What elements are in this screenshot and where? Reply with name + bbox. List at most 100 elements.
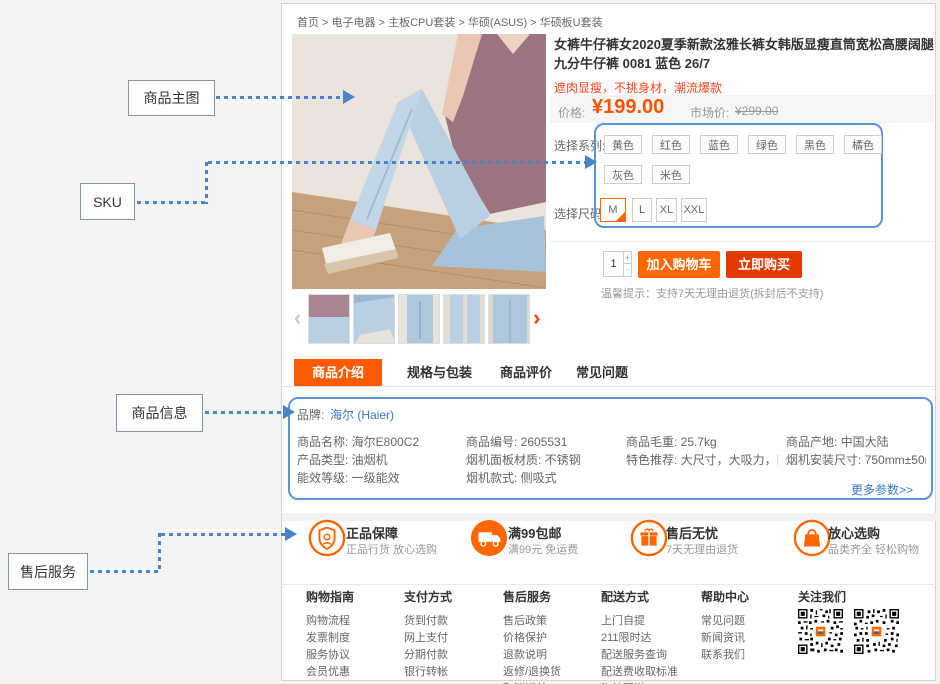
market-price-value: ¥299.00 <box>735 104 778 118</box>
footer-link[interactable]: 价格保护 <box>503 630 599 647</box>
thumb-prev-arrow[interactable]: ‹ <box>294 304 301 332</box>
info-cell: 商品名称: 海尔E800C2 <box>297 433 457 450</box>
tab-product-intro[interactable]: 商品介绍 <box>294 359 382 386</box>
footer-link[interactable]: 购物流程 <box>306 613 402 630</box>
footer-col-shopping-guide: 购物指南 购物流程 发票制度 服务协议 会员优惠 <box>306 588 402 681</box>
warm-tips: 温馨提示：支持7天无理由退货(拆封后不支持) <box>601 285 823 301</box>
footer-link[interactable]: 网上支付 <box>404 630 500 647</box>
divider <box>282 584 937 585</box>
quantity-value[interactable]: 1 <box>604 252 623 276</box>
promo-text: 遮肉显瘦，不挑身材，潮流爆款 <box>554 79 722 96</box>
bag-icon <box>793 519 831 557</box>
color-chip-green[interactable]: 绿色 <box>748 135 786 154</box>
info-cell: 商品毛重: 25.7kg <box>626 433 778 450</box>
color-chip-orange[interactable]: 橘色 <box>844 135 882 154</box>
screenshot-stage: 首页 > 电子电器 > 主板CPU套装 > 华硕(ASUS) > 华硕板U套装 <box>0 0 940 684</box>
footer-link[interactable]: 会员优惠 <box>306 664 402 681</box>
arrow-right-icon <box>285 527 297 541</box>
footer-link[interactable]: 发票制度 <box>306 630 402 647</box>
thumbnail-4[interactable] <box>443 294 485 344</box>
annotation-line <box>205 411 283 414</box>
info-cell: 商品编号: 2605531 <box>466 433 618 450</box>
service-desc: 品类齐全 轻松购物 <box>828 541 919 557</box>
buy-now-button[interactable]: 立即购买 <box>726 251 802 278</box>
gift-icon <box>630 519 668 557</box>
color-chip-black[interactable]: 黑色 <box>796 135 834 154</box>
quantity-stepper[interactable]: 1 + - <box>603 251 632 277</box>
footer-link[interactable]: 货到付款 <box>404 613 500 630</box>
annotation-label-after-sale: 售后服务 <box>8 553 88 590</box>
footer-col-title: 购物指南 <box>306 588 402 605</box>
service-title: 满99包邮 <box>508 523 561 542</box>
annotation-label-product-info: 商品信息 <box>116 394 203 432</box>
footer-link[interactable]: 常见问题 <box>701 613 797 630</box>
price-bar: 价格: ¥199.00 市场价: ¥299.00 <box>550 95 934 123</box>
tab-reviews[interactable]: 商品评价 <box>500 359 552 386</box>
size-chip-m-selected[interactable]: M <box>600 198 626 222</box>
info-cell: 商品产地: 中国大陆 <box>786 433 926 450</box>
quantity-decrease-button[interactable]: - <box>623 264 631 276</box>
footer-link[interactable]: 211限时达 <box>601 630 697 647</box>
color-chip-gray[interactable]: 灰色 <box>604 165 642 184</box>
footer-col-delivery: 配送方式 上门自提 211限时达 配送服务查询 配送费收取标准 海外配送 <box>601 588 697 684</box>
product-title: 女裤牛仔裤女2020夏季新款泫雅长裤女韩版显瘦直筒宽松高腰阔腿九分牛仔裤 008… <box>554 35 936 73</box>
info-cell: 烟机安装尺寸: 750mm±50mm (烟... <box>786 451 926 468</box>
color-chip-blue[interactable]: 蓝色 <box>700 135 738 154</box>
size-chip-xxl[interactable]: XXL <box>681 198 707 222</box>
info-cell: 烟机款式: 侧吸式 <box>466 469 618 486</box>
service-title: 正品保障 <box>346 523 398 542</box>
footer-link[interactable]: 配送服务查询 <box>601 647 697 664</box>
footer-link[interactable]: 上门自提 <box>601 613 697 630</box>
add-to-cart-button[interactable]: 加入购物车 <box>638 251 720 278</box>
info-cell: 产品类型: 油烟机 <box>297 451 457 468</box>
color-chip-beige[interactable]: 米色 <box>652 165 690 184</box>
thumbnail-3[interactable] <box>398 294 440 344</box>
annotation-label-main-image: 商品主图 <box>128 80 215 116</box>
footer-col-title: 配送方式 <box>601 588 697 605</box>
annotation-label-sku: SKU <box>80 183 135 220</box>
product-page-panel: 首页 > 电子电器 > 主板CPU套装 > 华硕(ASUS) > 华硕板U套装 <box>281 3 936 681</box>
annotation-line <box>90 570 161 573</box>
arrow-right-icon <box>585 155 597 169</box>
color-chip-red[interactable]: 红色 <box>652 135 690 154</box>
tab-bar: 商品介绍 规格与包装 商品评价 常见问题 <box>282 359 937 387</box>
footer-link[interactable]: 分期付款 <box>404 647 500 664</box>
footer-link[interactable]: 售后政策 <box>503 613 599 630</box>
thumbnail-5[interactable] <box>488 294 530 344</box>
thumbnail-1[interactable] <box>308 294 350 344</box>
info-cell: 能效等级: 一级能效 <box>297 469 457 486</box>
qr-code-2 <box>854 609 899 654</box>
footer-col-title: 支付方式 <box>404 588 500 605</box>
footer-link[interactable]: 配送费收取标准 <box>601 664 697 681</box>
footer-link[interactable]: 服务协议 <box>306 647 402 664</box>
footer-col-title: 售后服务 <box>503 588 599 605</box>
quantity-increase-button[interactable]: + <box>623 252 631 264</box>
thumbnail-2[interactable] <box>353 294 395 344</box>
size-chip-xl[interactable]: XL <box>656 198 677 222</box>
arrow-right-icon <box>343 90 355 104</box>
truck-icon <box>470 519 508 557</box>
footer-col-after-sale: 售后服务 售后政策 价格保护 退款说明 返修/退换货 取消订单 <box>503 588 599 684</box>
more-params-link[interactable]: 更多参数>> <box>851 481 913 498</box>
footer-link[interactable]: 退款说明 <box>503 647 599 664</box>
service-desc: 满99元 免运费 <box>508 541 578 557</box>
breadcrumb[interactable]: 首页 > 电子电器 > 主板CPU套装 > 华硕(ASUS) > 华硕板U套装 <box>297 14 603 30</box>
footer-link[interactable]: 银行转帐 <box>404 664 500 681</box>
footer-col-payment: 支付方式 货到付款 网上支付 分期付款 银行转帐 <box>404 588 500 681</box>
footer-link[interactable]: 联系我们 <box>701 647 797 664</box>
tab-spec-package[interactable]: 规格与包装 <box>407 359 472 386</box>
color-chip-yellow[interactable]: 黄色 <box>604 135 642 154</box>
thumb-next-arrow[interactable]: › <box>533 304 540 332</box>
price-label: 价格: <box>558 104 585 121</box>
brand-label: 品牌: <box>297 406 324 423</box>
footer-col-title: 关注我们 <box>798 588 894 605</box>
size-chip-l[interactable]: L <box>632 198 652 222</box>
service-desc: 7天无理由退货 <box>666 541 738 557</box>
qr-code-1 <box>798 609 843 654</box>
footer-link[interactable]: 返修/退换货 <box>503 664 599 681</box>
tab-faq[interactable]: 常见问题 <box>576 359 628 386</box>
info-cell: 烟机面板材质: 不锈钢 <box>466 451 618 468</box>
footer-link[interactable]: 新闻资讯 <box>701 630 797 647</box>
service-title: 售后无忧 <box>666 523 718 542</box>
brand-link[interactable]: 海尔 (Haier) <box>330 406 394 423</box>
